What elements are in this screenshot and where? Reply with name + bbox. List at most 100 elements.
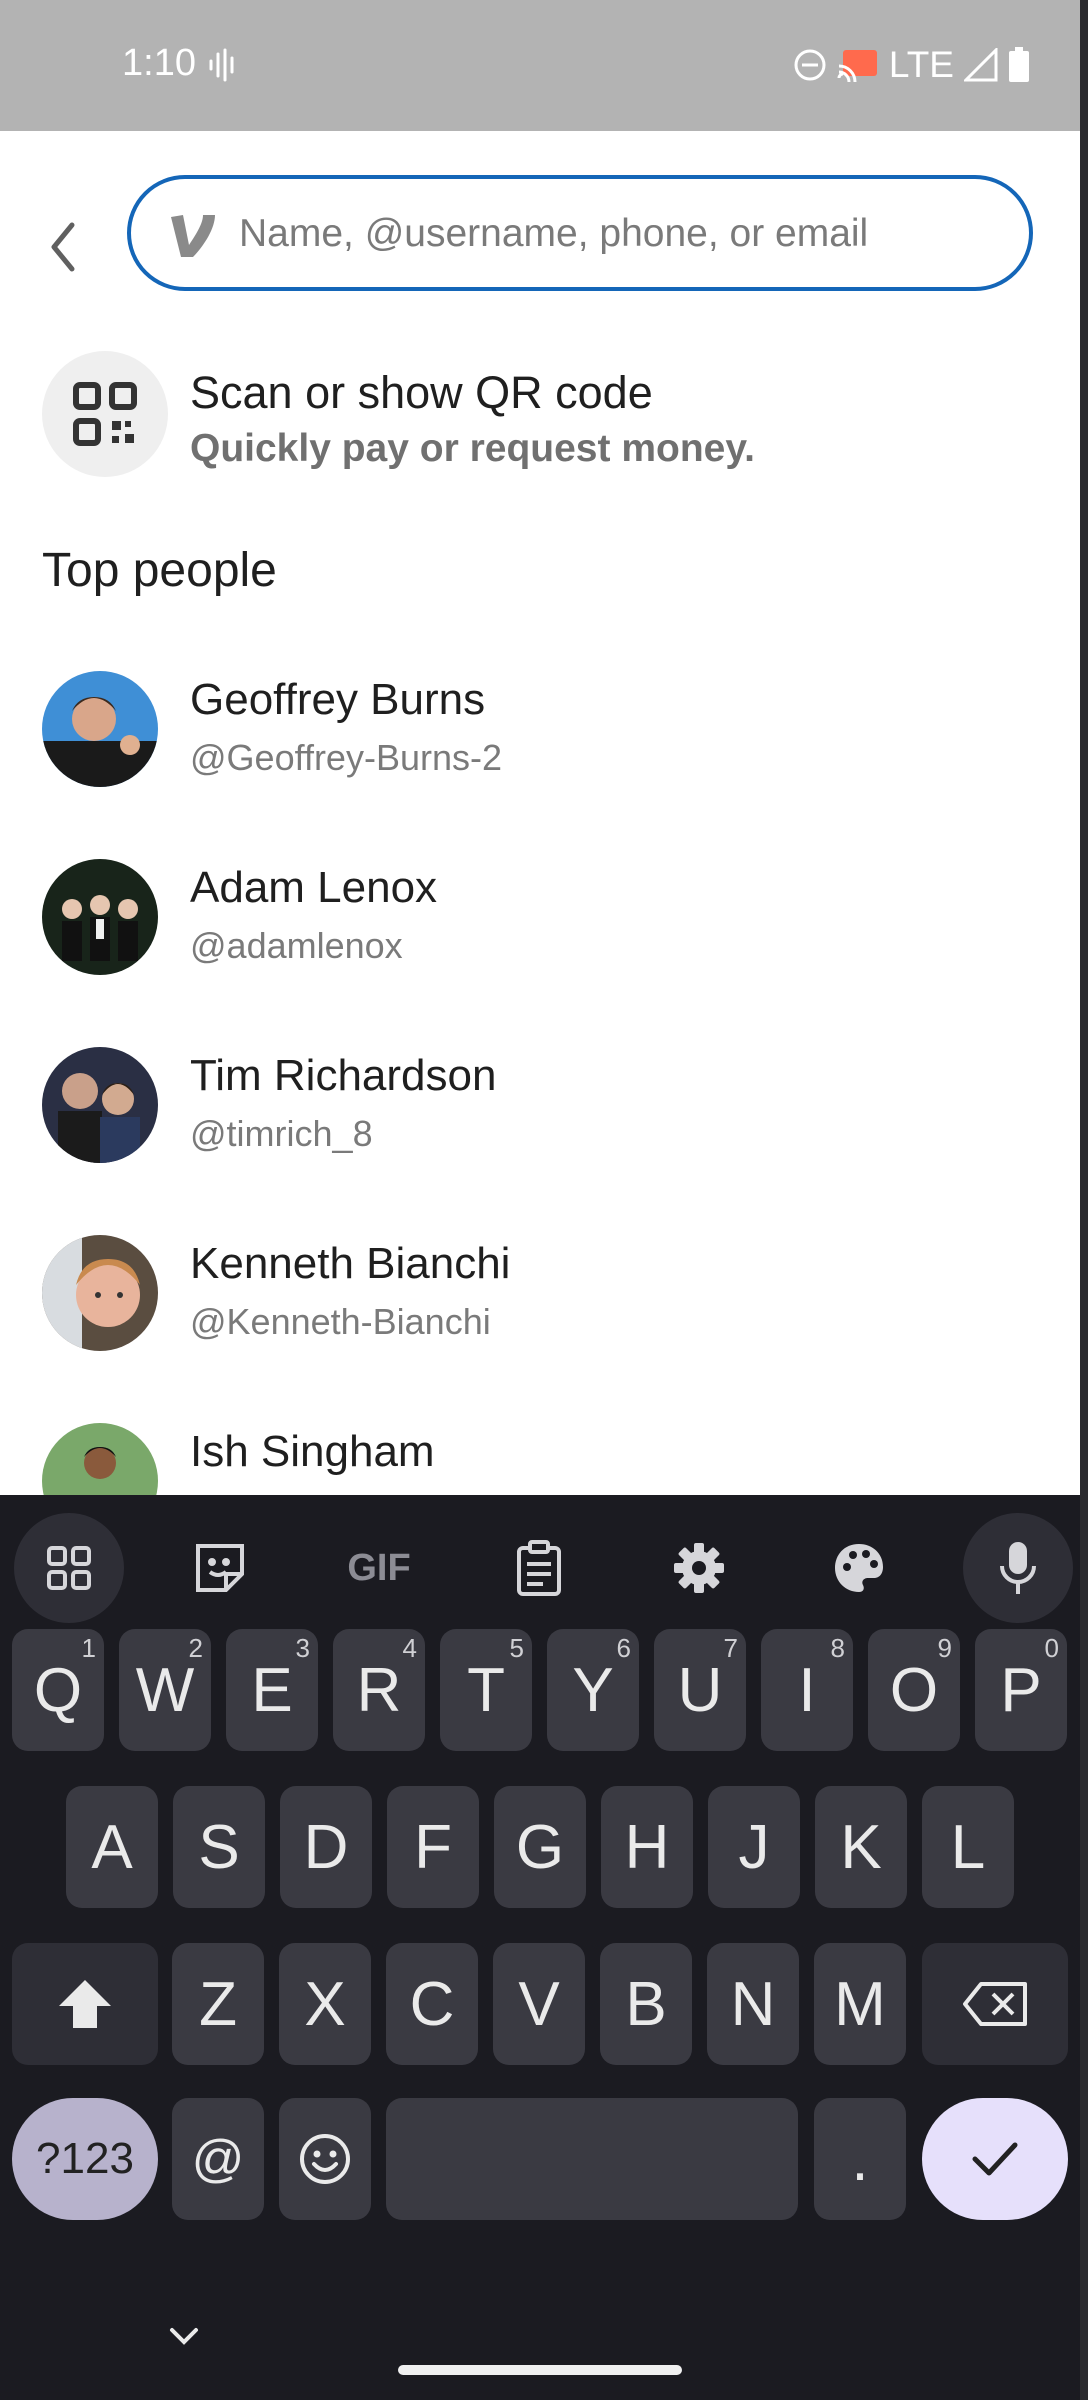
key-f[interactable]: F xyxy=(387,1786,479,1908)
home-indicator[interactable] xyxy=(398,2365,682,2375)
symbols-key[interactable]: ?123 xyxy=(12,2098,158,2220)
key-k[interactable]: K xyxy=(815,1786,907,1908)
avatar xyxy=(42,1423,158,1495)
shift-key[interactable] xyxy=(12,1943,158,2065)
sound-wave-icon xyxy=(209,48,234,82)
screen-edge xyxy=(1080,0,1088,2400)
key-number-hint: 3 xyxy=(295,1633,310,1663)
qr-title: Scan or show QR code xyxy=(190,367,653,418)
key-o[interactable]: O9 xyxy=(868,1629,960,1751)
avatar xyxy=(42,671,158,787)
key-letter: W xyxy=(135,1655,195,1725)
send-money-screen: Scan or show QR code Quickly pay or requ… xyxy=(0,131,1080,1495)
key-y[interactable]: Y6 xyxy=(547,1629,639,1751)
person-row[interactable]: Tim Richardson @timrich_8 xyxy=(42,1047,1042,1187)
space-key[interactable] xyxy=(386,2098,798,2220)
clipboard-icon[interactable] xyxy=(484,1513,594,1623)
person-row[interactable]: Adam Lenox @adamlenox xyxy=(42,859,1042,999)
key-n[interactable]: N xyxy=(707,1943,799,2065)
qr-code-icon xyxy=(73,382,137,446)
person-row[interactable]: Geoffrey Burns @Geoffrey-Burns-2 xyxy=(42,671,1042,811)
network-type: LTE xyxy=(888,44,954,85)
person-name: Kenneth Bianchi xyxy=(190,1239,511,1288)
key-d[interactable]: D xyxy=(280,1786,372,1908)
person-username: @adamlenox xyxy=(190,925,403,966)
signal-icon xyxy=(964,48,998,82)
qr-code-row[interactable]: Scan or show QR code Quickly pay or requ… xyxy=(42,351,1042,481)
key-number-hint: 5 xyxy=(509,1633,524,1663)
key-number-hint: 6 xyxy=(616,1633,631,1663)
person-row[interactable]: Kenneth Bianchi @Kenneth-Bianchi xyxy=(42,1235,1042,1375)
key-i[interactable]: I8 xyxy=(761,1629,853,1751)
period-key[interactable]: . xyxy=(814,2098,906,2220)
person-username: @Geoffrey-Burns-2 xyxy=(190,737,502,778)
key-letter: Q xyxy=(33,1655,83,1725)
key-x[interactable]: X xyxy=(279,1943,371,2065)
key-p[interactable]: P0 xyxy=(975,1629,1067,1751)
person-name: Adam Lenox xyxy=(190,863,438,912)
enter-key[interactable] xyxy=(922,2098,1068,2220)
key-letter: I xyxy=(798,1655,816,1725)
status-time: 1:10 xyxy=(122,42,196,84)
venmo-logo-icon xyxy=(171,215,215,257)
key-number-hint: 0 xyxy=(1044,1633,1059,1663)
status-bar: 1:10 LTE xyxy=(0,0,1080,131)
key-l[interactable]: L xyxy=(922,1786,1014,1908)
key-u[interactable]: U7 xyxy=(654,1629,746,1751)
key-number-hint: 1 xyxy=(81,1633,96,1663)
backspace-key[interactable] xyxy=(922,1943,1068,2065)
person-username: @Kenneth-Bianchi xyxy=(190,1301,491,1342)
avatar xyxy=(42,859,158,975)
key-s[interactable]: S xyxy=(173,1786,265,1908)
key-q[interactable]: Q1 xyxy=(12,1629,104,1751)
recipient-search[interactable] xyxy=(127,175,1033,291)
key-c[interactable]: C xyxy=(386,1943,478,2065)
palette-icon[interactable] xyxy=(804,1513,914,1623)
key-letter: T xyxy=(467,1655,505,1725)
key-h[interactable]: H xyxy=(601,1786,693,1908)
key-letter: O xyxy=(889,1655,939,1725)
key-number-hint: 8 xyxy=(830,1633,845,1663)
key-m[interactable]: M xyxy=(814,1943,906,2065)
search-input[interactable] xyxy=(237,201,1001,267)
key-letter: P xyxy=(1000,1655,1042,1725)
key-j[interactable]: J xyxy=(708,1786,800,1908)
person-username: @timrich_8 xyxy=(190,1113,373,1154)
gear-icon[interactable] xyxy=(644,1513,754,1623)
key-number-hint: 7 xyxy=(723,1633,738,1663)
key-e[interactable]: E3 xyxy=(226,1629,318,1751)
qr-code-circle xyxy=(42,351,168,477)
key-t[interactable]: T5 xyxy=(440,1629,532,1751)
mic-icon[interactable] xyxy=(963,1513,1073,1623)
avatar xyxy=(42,1047,158,1163)
at-key[interactable]: @ xyxy=(172,2098,264,2220)
avatar xyxy=(42,1235,158,1351)
back-arrow-icon[interactable] xyxy=(42,211,84,283)
hide-keyboard-icon[interactable] xyxy=(164,2322,204,2352)
gif-button[interactable]: GIF xyxy=(324,1513,434,1623)
key-a[interactable]: A xyxy=(66,1786,158,1908)
key-b[interactable]: B xyxy=(600,1943,692,2065)
emoji-key[interactable] xyxy=(279,2098,371,2220)
person-row[interactable]: Ish Singham xyxy=(42,1423,1042,1495)
key-g[interactable]: G xyxy=(494,1786,586,1908)
key-number-hint: 9 xyxy=(937,1633,952,1663)
key-letter: U xyxy=(677,1655,723,1725)
key-w[interactable]: W2 xyxy=(119,1629,211,1751)
key-v[interactable]: V xyxy=(493,1943,585,2065)
apps-grid-icon[interactable] xyxy=(14,1513,124,1623)
person-name: Geoffrey Burns xyxy=(190,675,486,724)
person-name: Ish Singham xyxy=(190,1427,435,1476)
key-letter: E xyxy=(251,1655,293,1725)
top-people-heading: Top people xyxy=(42,544,277,597)
battery-icon xyxy=(1009,47,1029,82)
do-not-disturb-icon xyxy=(794,49,826,81)
person-name: Tim Richardson xyxy=(190,1051,497,1100)
key-number-hint: 4 xyxy=(402,1633,417,1663)
key-z[interactable]: Z xyxy=(172,1943,264,2065)
key-letter: Y xyxy=(572,1655,614,1725)
key-r[interactable]: R4 xyxy=(333,1629,425,1751)
key-number-hint: 2 xyxy=(188,1633,203,1663)
qr-subtitle: Quickly pay or request money. xyxy=(190,427,755,470)
sticker-icon[interactable] xyxy=(165,1513,275,1623)
